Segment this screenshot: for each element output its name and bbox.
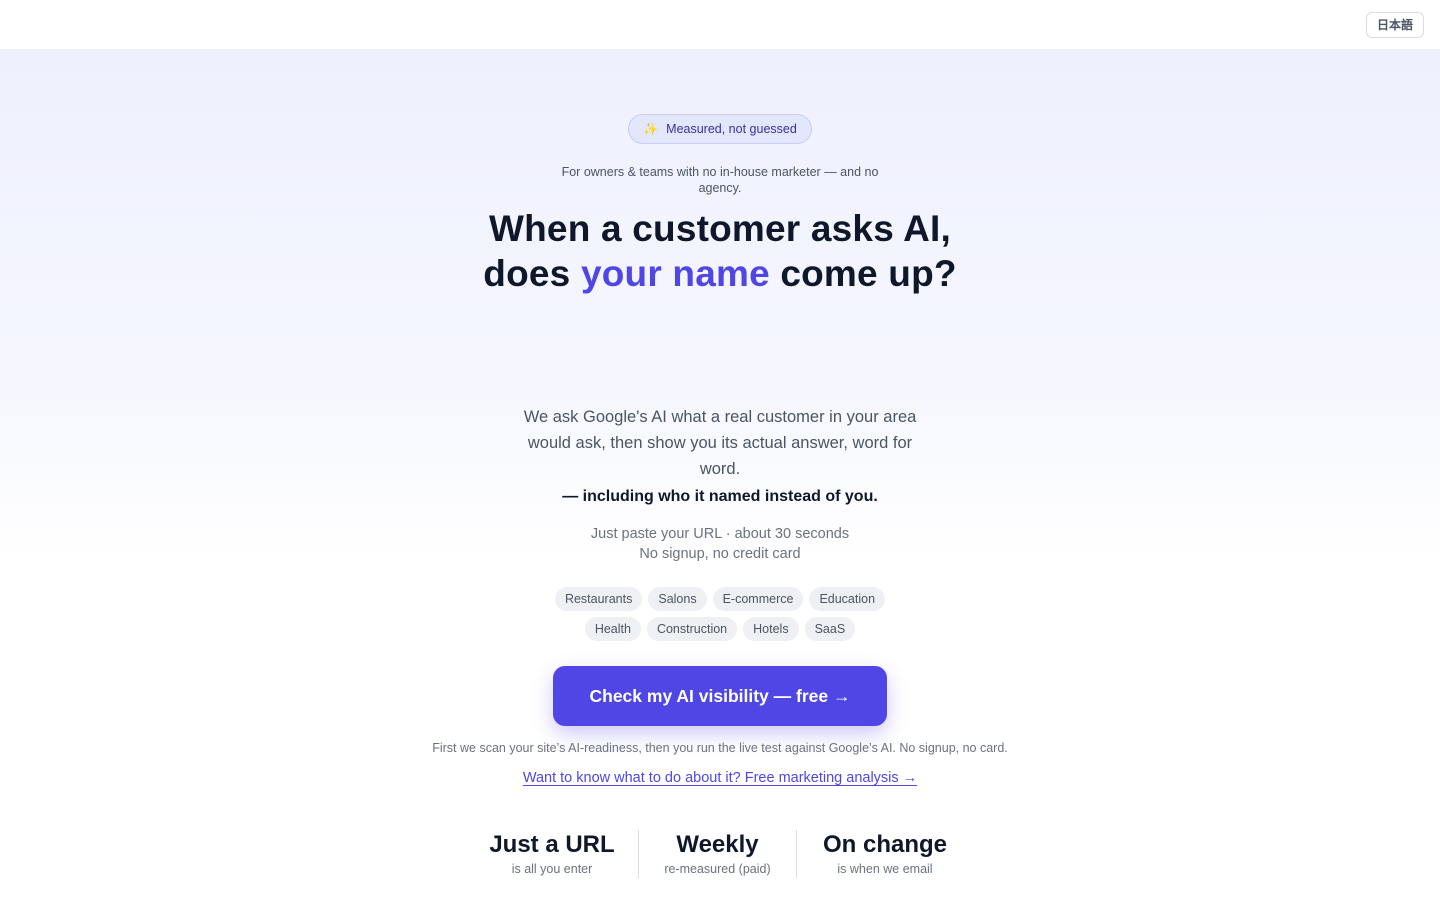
industry-chip: Salons: [648, 587, 707, 611]
stat-caption: is when we email: [837, 862, 933, 876]
stat-value: On change: [822, 831, 948, 858]
headline-accent: your name: [580, 253, 770, 294]
secondary-link-wrap: Want to know what to do about it? Free m…: [420, 770, 1020, 786]
language-switch-button[interactable]: 日本語: [1365, 12, 1424, 38]
stat-item: On change is when we email: [797, 830, 973, 878]
check-ai-visibility-button[interactable]: Check my AI visibility — free →: [553, 666, 887, 726]
top-bar: 日本語: [0, 0, 1440, 50]
stat-value: Weekly: [676, 831, 759, 858]
headline-line2-post: come up?: [769, 253, 957, 294]
industry-chip: Education: [809, 587, 886, 611]
industry-chip: Restaurants: [554, 587, 643, 611]
hero-section: ✨ Measured, not guessed For owners & tea…: [0, 50, 1440, 900]
industry-chips-row-1: Restaurants Salons E-commerce Education: [0, 587, 1440, 611]
industry-chip: Construction: [646, 617, 738, 641]
stat-caption: re-measured (paid): [664, 862, 771, 876]
industry-chips-row-2: Health Construction Hotels SaaS: [0, 617, 1440, 641]
stat-item: Just a URL is all you enter: [466, 830, 638, 878]
industry-chip: E-commerce: [712, 587, 804, 611]
page-title: When a customer asks AI, does your name …: [480, 206, 960, 296]
industry-chip: Hotels: [743, 617, 799, 641]
meta-line-1: Just paste your URL · about 30 seconds: [590, 526, 850, 542]
industry-chip: Health: [584, 617, 641, 641]
stat-value: Just a URL: [489, 831, 615, 858]
hero-description-strong: — including who it named instead of you.: [562, 488, 878, 505]
hero-description: We ask Google's AI what a real customer …: [523, 408, 917, 478]
hero-badge: ✨ Measured, not guessed: [628, 114, 812, 144]
cta-note: First we scan your site’s AI-readiness, …: [432, 741, 1008, 755]
hero-badge-label: Measured, not guessed: [666, 122, 797, 136]
free-marketing-analysis-link[interactable]: Want to know what to do about it? Free m…: [523, 770, 917, 786]
meta-line-2: No signup, no credit card: [639, 546, 801, 562]
industry-chip: SaaS: [804, 617, 856, 641]
headline-line1: When a customer asks AI,: [489, 208, 951, 249]
sparkles-icon: ✨: [643, 122, 659, 136]
audience-text: For owners & teams with no in-house mark…: [561, 165, 879, 195]
stats-row: Just a URL is all you enter Weekly re-me…: [466, 830, 974, 878]
stat-item: Weekly re-measured (paid): [639, 830, 796, 878]
headline-line2-pre: does: [483, 253, 581, 294]
stat-caption: is all you enter: [511, 862, 593, 876]
hero-meta: Just paste your URL · about 30 seconds N…: [520, 524, 920, 564]
